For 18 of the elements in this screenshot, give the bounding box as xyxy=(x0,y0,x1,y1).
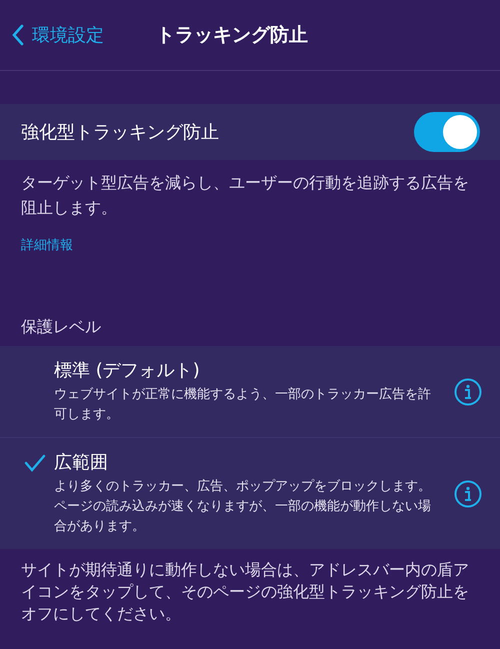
protection-option[interactable]: 広範囲 より多くのトラッカー、広告、ポップアップをブロックします。ページの読み込みが速くなりますが、一部の機能が動作しない場合があります。 xyxy=(0,437,500,549)
page-title: トラッキング防止 xyxy=(156,23,308,48)
chevron-left-icon xyxy=(12,24,24,46)
info-icon[interactable] xyxy=(454,378,482,406)
back-button[interactable]: 環境設定 xyxy=(12,23,104,47)
option-title: 標準 (デフォルト) xyxy=(54,359,201,382)
option-description: ウェブサイトが正常に機能するよう、一部のトラッカー広告を許可します。 xyxy=(54,386,432,424)
setting-label: 強化型トラッキング防止 xyxy=(21,121,219,144)
toggle-switch[interactable] xyxy=(414,112,480,152)
checkmark-icon xyxy=(24,454,46,472)
section-heading: 保護レベル xyxy=(20,317,102,338)
info-icon[interactable] xyxy=(454,480,482,508)
setting-description: ターゲット型広告を減らし、ユーザーの行動を追跡する広告を阻止します。 xyxy=(20,172,470,219)
option-title: 広範囲 xyxy=(54,451,109,474)
protection-option[interactable]: 標準 (デフォルト) ウェブサイトが正常に機能するよう、一部のトラッカー広告を許可します。 xyxy=(0,346,500,437)
footer-note: サイトが期待通りに動作しない場合は、アドレスバー内の盾アイコンをタップして、そのページの強化型トラッキング防止をオフにしてください。 xyxy=(20,559,470,625)
option-description: より多くのトラッカー、広告、ポップアップをブロックします。ページの読み込みが速くなりますが、一部の機能が動作しない場合があります。 xyxy=(54,478,432,536)
learn-more-link[interactable]: 詳細情報 xyxy=(21,236,73,254)
